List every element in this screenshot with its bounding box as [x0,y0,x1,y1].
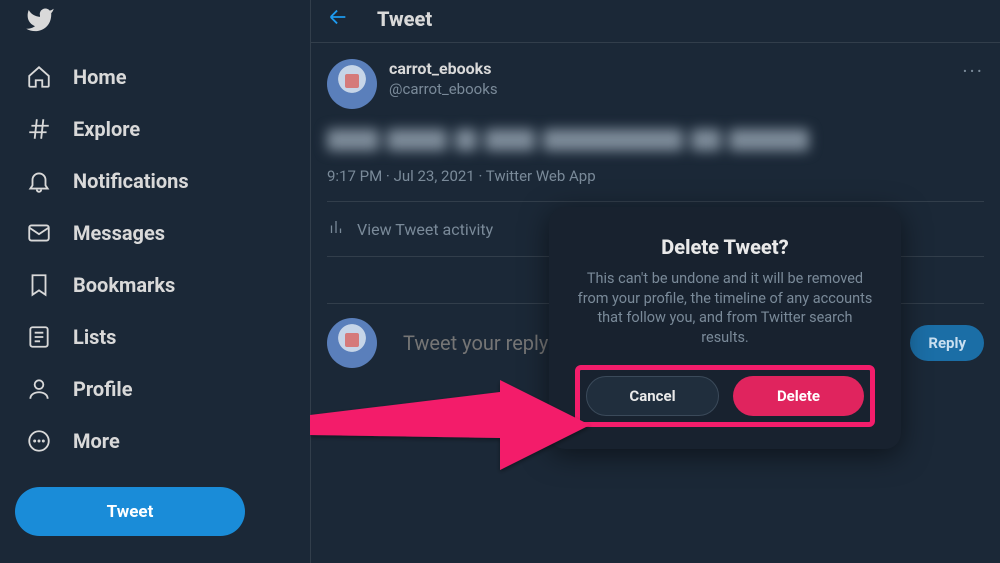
tweet-text-redacted [327,129,984,151]
primary-nav: Home Explore Notifications Messages Book… [15,51,310,467]
analytics-icon [327,218,345,240]
nav-bookmarks[interactable]: Bookmarks [15,259,310,311]
nav-label: Notifications [73,169,189,193]
twitter-logo[interactable] [15,0,310,51]
modal-title: Delete Tweet? [575,235,875,259]
nav-explore[interactable]: Explore [15,103,310,155]
nav-label: Messages [73,221,165,245]
page-title: Tweet [377,7,432,31]
envelope-icon [25,219,53,247]
profile-icon [25,375,53,403]
tweet-more-button[interactable]: ··· [962,59,984,83]
author-display-name[interactable]: carrot_ebooks [389,59,498,78]
nav-profile[interactable]: Profile [15,363,310,415]
nav-label: Lists [73,325,116,349]
modal-body: This can't be undone and it will be remo… [575,269,875,347]
sidebar: Home Explore Notifications Messages Book… [0,0,310,563]
delete-tweet-modal: Delete Tweet? This can't be undone and i… [549,207,901,449]
self-avatar[interactable] [327,318,377,368]
nav-messages[interactable]: Messages [15,207,310,259]
nav-label: Profile [73,377,133,401]
nav-label: Bookmarks [73,273,175,297]
nav-home[interactable]: Home [15,51,310,103]
nav-lists[interactable]: Lists [15,311,310,363]
compose-tweet-button[interactable]: Tweet [15,487,245,536]
back-button[interactable] [327,6,349,32]
tweet-meta: 9:17 PM · Jul 23, 2021 · Twitter Web App [327,161,984,202]
home-icon [25,63,53,91]
nav-label: Home [73,65,127,89]
nav-more[interactable]: More [15,415,310,467]
delete-button[interactable]: Delete [733,376,864,416]
modal-button-highlight: Cancel Delete [575,365,875,427]
nav-notifications[interactable]: Notifications [15,155,310,207]
activity-label: View Tweet activity [357,220,493,239]
more-circle-icon [25,427,53,455]
reply-button[interactable]: Reply [910,325,984,361]
cancel-button[interactable]: Cancel [586,376,719,416]
hashtag-icon [25,115,53,143]
bell-icon [25,167,53,195]
bookmark-icon [25,271,53,299]
page-header: Tweet [311,0,1000,42]
nav-label: More [73,429,120,453]
nav-label: Explore [73,117,140,141]
list-icon [25,323,53,351]
author-handle[interactable]: @carrot_ebooks [389,80,498,98]
author-avatar[interactable] [327,59,377,109]
